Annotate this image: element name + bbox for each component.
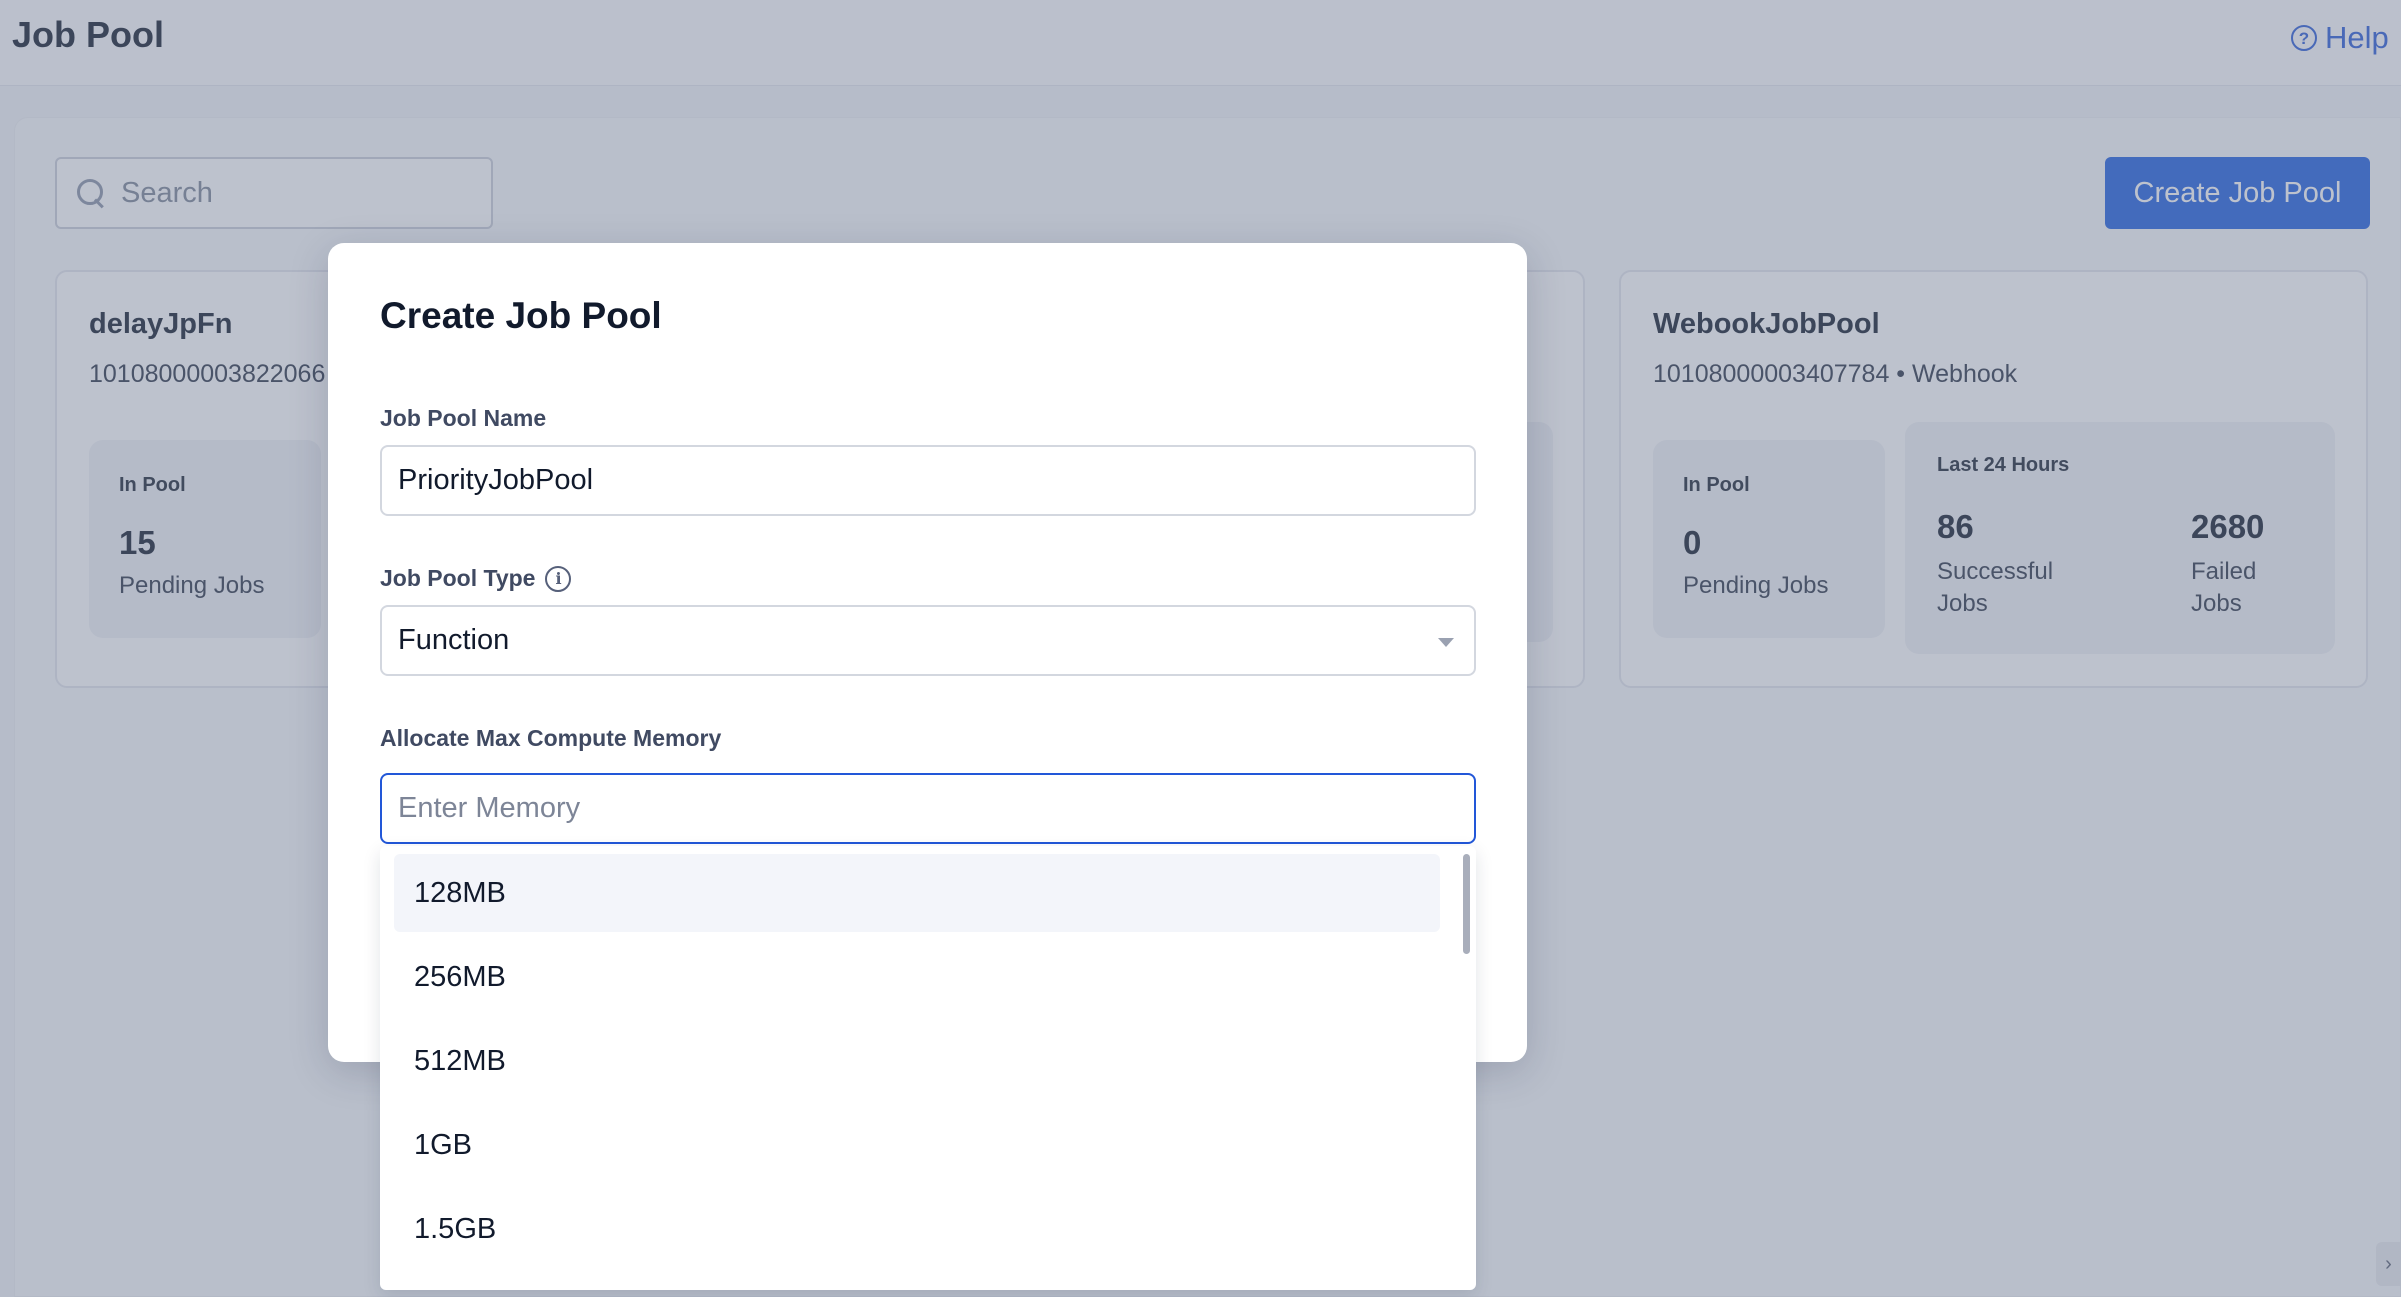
job-pool-name-label: Job Pool Name — [380, 405, 546, 432]
memory-label-text: Allocate Max Compute Memory — [380, 725, 722, 751]
memory-input[interactable] — [380, 773, 1476, 844]
memory-option-1-5gb[interactable]: 1.5GB — [394, 1190, 1440, 1268]
memory-option-512mb[interactable]: 512MB — [394, 1022, 1440, 1100]
job-pool-name-input[interactable] — [380, 445, 1476, 516]
caret-down-icon — [1438, 638, 1454, 647]
memory-option-256mb[interactable]: 256MB — [394, 938, 1440, 1016]
job-pool-type-label: Job Pool Type i — [380, 565, 572, 592]
job-pool-type-select[interactable]: Function — [380, 605, 1476, 676]
memory-label: Allocate Max Compute Memory — [380, 725, 721, 752]
info-icon[interactable]: i — [545, 565, 572, 592]
dialog-title: Create Job Pool — [380, 295, 662, 336]
job-pool-type-value: Function — [398, 624, 510, 656]
memory-options-dropdown[interactable]: 128MB 256MB 512MB 1GB 1.5GB — [380, 846, 1476, 1290]
memory-option-1gb[interactable]: 1GB — [394, 1106, 1440, 1184]
dropdown-scrollbar[interactable] — [1463, 854, 1470, 954]
job-pool-type-label-text: Job Pool Type — [380, 565, 536, 591]
memory-option-128mb[interactable]: 128MB — [394, 854, 1440, 932]
job-pool-name-label-text: Job Pool Name — [380, 405, 547, 431]
